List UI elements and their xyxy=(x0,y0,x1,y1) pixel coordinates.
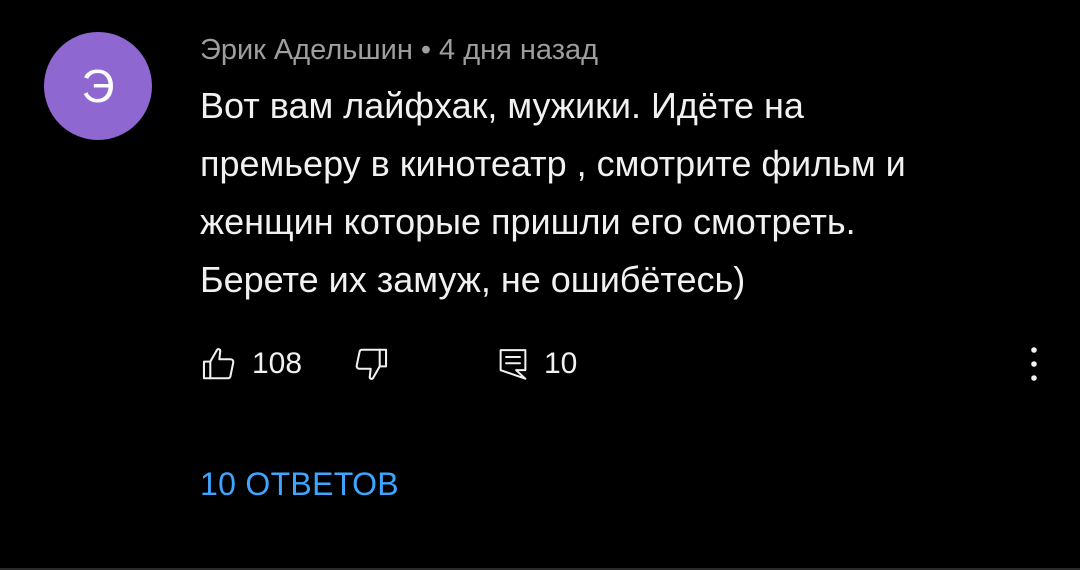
avatar[interactable]: Э xyxy=(44,32,152,140)
more-vertical-icon xyxy=(1031,347,1037,381)
view-replies-link[interactable]: 10 ОТВЕТОВ xyxy=(200,462,399,506)
like-button[interactable]: 108 xyxy=(200,334,302,394)
reply-button[interactable]: 10 xyxy=(496,334,577,394)
thumbs-up-icon xyxy=(202,348,235,380)
more-options-button[interactable] xyxy=(1022,334,1046,394)
like-count: 108 xyxy=(252,347,303,380)
comment-actions: 108 10 xyxy=(200,334,1040,394)
comment-text-line: премьеру в кинотеатр , смотрите фильм и xyxy=(200,143,906,184)
comment-text-line: женщин которые пришли его смотреть. xyxy=(200,201,856,242)
comment-text-line: Вот вам лайфхак, мужики. Идёте на xyxy=(200,85,804,126)
dislike-button[interactable] xyxy=(352,334,390,394)
thumbs-down-icon xyxy=(355,348,388,380)
author-name[interactable]: Эрик Адельшин xyxy=(200,34,413,66)
reply-comment-icon xyxy=(499,349,527,380)
comment-card: Э Эрик Адельшин • 4 дня назад Вот вам лайф… xyxy=(0,0,1080,570)
reply-count: 10 xyxy=(544,347,578,380)
avatar-letter: Э xyxy=(81,60,115,112)
comment-text-line: Берете их замуж, не ошибётесь) xyxy=(200,259,746,300)
header-separator: • xyxy=(420,34,432,66)
comment-time: 4 дня назад xyxy=(439,34,599,66)
comment-text: Вот вам лайфхак, мужики. Идёте на премье… xyxy=(200,77,1020,309)
comment-header: Эрик Адельшин • 4 дня назад xyxy=(200,30,598,70)
